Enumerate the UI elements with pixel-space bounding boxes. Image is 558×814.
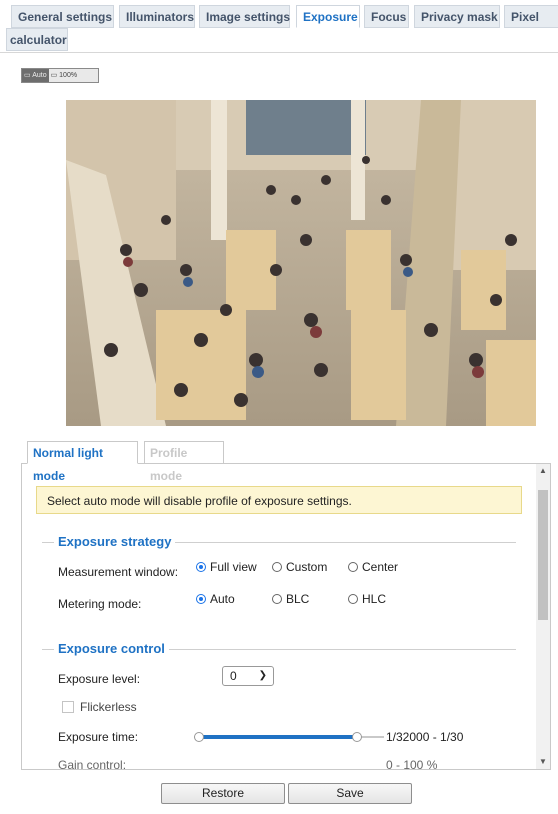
save-button[interactable]: Save: [288, 783, 412, 804]
exposure-control-section: Exposure control: [42, 641, 516, 657]
measurement-window-label: Measurement window:: [58, 565, 179, 579]
live-camera-view: [66, 100, 536, 426]
scroll-down-icon[interactable]: ▼: [536, 755, 550, 769]
exposure-time-range: 1/32000 - 1/30: [386, 730, 464, 744]
tab-illuminators[interactable]: Illuminators: [119, 5, 195, 28]
measurement-center-radio[interactable]: Center: [348, 560, 398, 574]
exposure-time-slider[interactable]: [194, 732, 384, 742]
tab-focus[interactable]: Focus: [364, 5, 409, 28]
metering-auto-radio[interactable]: Auto: [196, 592, 235, 606]
exposure-strategy-title: Exposure strategy: [54, 534, 176, 549]
metering-blc-radio[interactable]: BLC: [272, 592, 309, 606]
exposure-strategy-section: Exposure strategy: [42, 534, 516, 550]
view-size-toggle[interactable]: ▭ Auto ▭ 100%: [21, 68, 99, 83]
scroll-up-icon[interactable]: ▲: [536, 464, 550, 478]
slider-high-handle[interactable]: [352, 732, 363, 742]
gain-control-label: Gain control:: [58, 758, 127, 770]
slider-low-handle[interactable]: [194, 732, 204, 742]
measurement-full-view-radio[interactable]: Full view: [196, 560, 257, 574]
camera-image: [66, 100, 536, 426]
exposure-level-select[interactable]: 0 ❯: [222, 666, 274, 686]
measurement-custom-radio[interactable]: Custom: [272, 560, 327, 574]
checkbox-icon: [62, 701, 74, 713]
tab-exposure[interactable]: Exposure: [296, 5, 360, 28]
metering-hlc-radio[interactable]: HLC: [348, 592, 386, 606]
tab-privacy-mask[interactable]: Privacy mask: [414, 5, 500, 28]
view-100-button[interactable]: ▭ 100%: [49, 69, 79, 82]
view-auto-button[interactable]: ▭ Auto: [22, 69, 49, 82]
tab-pixel-calculator[interactable]: Pixel: [504, 5, 558, 28]
scrollbar-thumb[interactable]: [538, 490, 548, 620]
tab-general-settings[interactable]: General settings: [11, 5, 114, 28]
tab-profile-mode[interactable]: Profile mode: [144, 441, 224, 483]
restore-button[interactable]: Restore: [161, 783, 285, 804]
chevron-down-icon: ❯: [258, 670, 267, 681]
panel-scrollbar[interactable]: ▲ ▼: [536, 464, 550, 769]
tab-image-settings[interactable]: Image settings: [199, 5, 290, 28]
flickerless-checkbox[interactable]: Flickerless: [62, 700, 137, 714]
tab-normal-light-mode[interactable]: Normal light mode: [27, 441, 138, 483]
settings-tab-bar: General settings Illuminators Image sett…: [0, 0, 558, 53]
metering-mode-label: Metering mode:: [58, 597, 142, 611]
auto-mode-notice: Select auto mode will disable profile of…: [36, 486, 522, 514]
exposure-time-label: Exposure time:: [58, 730, 139, 744]
gain-range: 0 - 100 %: [386, 758, 438, 770]
exposure-level-label: Exposure level:: [58, 672, 141, 686]
exposure-settings-panel: Select auto mode will disable profile of…: [21, 463, 551, 770]
exposure-control-title: Exposure control: [54, 641, 169, 656]
tab-pixel-calculator-cont[interactable]: calculator: [6, 28, 68, 51]
